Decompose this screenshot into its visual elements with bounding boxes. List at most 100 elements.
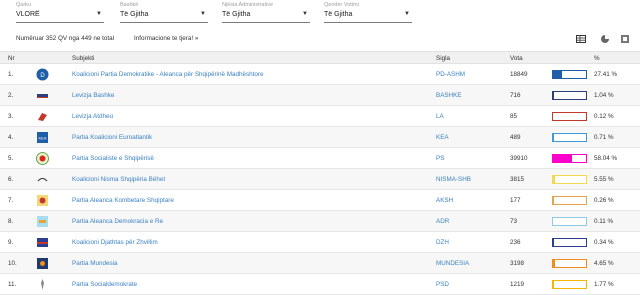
header-pct: %: [594, 55, 600, 62]
sigla-link[interactable]: KEA: [436, 134, 449, 141]
row-number: 2.: [8, 92, 13, 99]
vote-percent: 27.41 %: [594, 71, 617, 78]
subject-link[interactable]: Partia Koalicioni Euroatlantik: [72, 134, 152, 141]
bashke-select[interactable]: Të Gjitha ▼: [120, 10, 208, 23]
row-number: 8.: [8, 218, 13, 225]
filter-qarku[interactable]: Qarku VLORË ▼: [16, 2, 104, 23]
vote-share-fill: [553, 71, 562, 78]
row-number: 6.: [8, 176, 13, 183]
sigla-link[interactable]: PS: [436, 155, 444, 162]
table-row: 3.Levizja AtdheuLA850.12 %: [0, 106, 640, 127]
select-value: VLORË: [16, 11, 40, 18]
subject-link[interactable]: Partia Mundesia: [72, 260, 118, 267]
vote-share-bar: [552, 259, 587, 268]
sigla-link[interactable]: MUNDESIA: [436, 260, 469, 267]
vote-share-bar: [552, 280, 587, 289]
nisma-logo: [36, 173, 49, 186]
chevron-down-icon: ▼: [302, 11, 308, 17]
row-number: 5.: [8, 155, 13, 162]
vote-share-fill: [553, 176, 555, 183]
row-number: 7.: [8, 197, 13, 204]
vote-percent: 5.55 %: [594, 176, 614, 183]
kea-logo: KEA: [36, 131, 49, 144]
vote-percent: 1.04 %: [594, 92, 614, 99]
vote-share-fill: [553, 260, 555, 267]
subject-link[interactable]: Partia Socialiste e Shqipërisë: [72, 155, 154, 162]
filter-bashke[interactable]: Bashkë Të Gjitha ▼: [120, 2, 208, 23]
vote-count: 39910: [510, 155, 528, 162]
vote-percent: 0.26 %: [594, 197, 614, 204]
pie-chart-icon[interactable]: [600, 34, 610, 44]
sigla-link[interactable]: NISMA-SHB: [436, 176, 471, 183]
vote-share-bar: [552, 154, 587, 163]
subject-link[interactable]: Koalicioni Nisma Shqipëria Bëhet: [72, 176, 165, 183]
subject-link[interactable]: Partia Aleanca Demokracia e Re: [72, 218, 163, 225]
vote-percent: 58.04 %: [594, 155, 617, 162]
subject-link[interactable]: Koalicioni Partia Demokratike - Aleanca …: [72, 71, 263, 78]
adr-logo: [36, 215, 49, 228]
table-row: 8.Partia Aleanca Demokracia e ReADR730.1…: [0, 211, 640, 232]
subject-link[interactable]: Levizja Bashke: [72, 92, 114, 99]
sigla-link[interactable]: AKSH: [436, 197, 453, 204]
svg-text:D: D: [40, 73, 45, 79]
vote-percent: 0.71 %: [594, 134, 614, 141]
vote-percent: 0.34 %: [594, 239, 614, 246]
dzh-logo: [36, 236, 49, 249]
sigla-link[interactable]: DZH: [436, 239, 449, 246]
sigla-link[interactable]: LA: [436, 113, 444, 120]
vote-count: 73: [510, 218, 517, 225]
row-number: 9.: [8, 239, 13, 246]
subject-link[interactable]: Levizja Atdheu: [72, 113, 113, 120]
header-vota: Vota: [510, 55, 523, 62]
select-value: Të Gjitha: [324, 11, 352, 18]
svg-text:KEA: KEA: [38, 136, 46, 141]
table-row: 11.Partia SocialdemokratePSD12191.77 %: [0, 274, 640, 295]
table-row: 7. Partia Aleanca Kombetare Shqiptare AKSH…: [0, 190, 640, 211]
row-number: 10.: [8, 260, 17, 267]
njesia-select[interactable]: Të Gjitha ▼: [222, 10, 310, 23]
sigla-link[interactable]: ADR: [436, 218, 449, 225]
chevron-down-icon: ▼: [404, 11, 410, 17]
sigla-link[interactable]: PD-ASHM: [436, 71, 465, 78]
table-body: 1.DKoalicioni Partia Demokratike - Alean…: [0, 64, 640, 295]
select-value: Të Gjitha: [222, 11, 250, 18]
vote-share-bar: [552, 133, 587, 142]
sigla-link[interactable]: PSD: [436, 281, 449, 288]
filters-bar: Qarku VLORË ▼ Bashkë Të Gjitha ▼ Njësia …: [0, 2, 640, 24]
subject-link[interactable]: Partia Socialdemokrate: [72, 281, 137, 288]
header-nr: Nr: [8, 55, 15, 62]
export-icon[interactable]: [620, 34, 630, 44]
vote-share-bar: [552, 175, 587, 184]
filter-label: Qendër Votimi: [324, 2, 412, 10]
info-bar: Numëruar 352 QV nga 449 ne total Informa…: [0, 34, 640, 46]
subject-link[interactable]: Partia Aleanca Kombetare Shqiptare: [72, 197, 174, 204]
vote-count: 489: [510, 134, 521, 141]
select-value: Të Gjitha: [120, 11, 148, 18]
filter-qendra[interactable]: Qendër Votimi Të Gjitha ▼: [324, 2, 412, 23]
chevron-down-icon: ▼: [200, 11, 206, 17]
vote-count: 18849: [510, 71, 528, 78]
vote-percent: 4.65 %: [594, 260, 614, 267]
filter-label: Njësia Administrative: [222, 2, 310, 10]
sigla-link[interactable]: BASHKE: [436, 92, 462, 99]
vote-count: 1219: [510, 281, 524, 288]
qarku-select[interactable]: VLORË ▼: [16, 10, 104, 23]
more-info-link[interactable]: Informacione te tjera! »: [134, 35, 198, 42]
header-sigla: Sigla: [436, 55, 450, 62]
results-table: Nr Subjekti Sigla Vota % 1.DKoalicioni P…: [0, 51, 640, 295]
vote-share-bar: [552, 70, 587, 79]
filter-label: Qarku: [16, 2, 104, 10]
table-view-icon[interactable]: [576, 34, 586, 44]
table-row: 10.Partia MundesiaMUNDESIA31984.65 %: [0, 253, 640, 274]
subject-link[interactable]: Koalicioni Djathtas për Zhvillim: [72, 239, 158, 246]
vote-count: 177: [510, 197, 521, 204]
filter-njesia[interactable]: Njësia Administrative Të Gjitha ▼: [222, 2, 310, 23]
row-number: 11.: [8, 281, 16, 288]
qendra-select[interactable]: Të Gjitha ▼: [324, 10, 412, 23]
vote-share-fill: [553, 281, 554, 288]
aksh-logo: [36, 194, 49, 207]
vote-count: 236: [510, 239, 521, 246]
table-row: 2.Levizja BashkeBASHKE7161.04 %: [0, 85, 640, 106]
vote-count: 85: [510, 113, 517, 120]
table-row: 5. Partia Socialiste e Shqipërisë PS 39910 5…: [0, 148, 640, 169]
